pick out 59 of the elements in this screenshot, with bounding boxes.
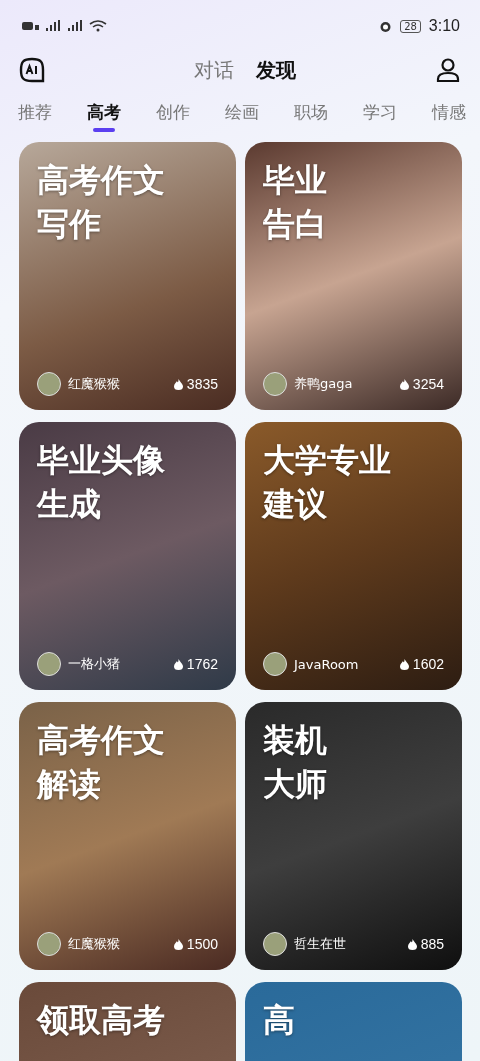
prompt-card[interactable]: 高 (245, 982, 462, 1061)
avatar-circle (263, 932, 287, 956)
card-title: 高考作文 (37, 720, 165, 761)
use-count: 1500 (186, 936, 218, 952)
prompt-card[interactable]: 高考作文 写作 红魔猴猴 3835 (19, 142, 236, 410)
category-tab[interactable]: 高考 (83, 97, 125, 134)
author-name: 红魔猴猴 (68, 935, 121, 953)
author-name: 红魔猴猴 (68, 375, 121, 393)
flame-icon (399, 658, 409, 670)
header-tab[interactable]: 对话 (190, 54, 238, 86)
category-tab[interactable]: 创作 (152, 97, 194, 134)
card-title: 告白 (263, 204, 327, 245)
category-tab[interactable]: 情感 (428, 97, 470, 134)
prompt-card[interactable]: 大学专业 建议 JavaRoom 1602 (245, 422, 462, 690)
author-name: 哲生在世 (294, 935, 347, 953)
card-title: 装机 (263, 720, 327, 761)
card-title: 高考作文 (37, 160, 165, 201)
use-count: 3254 (412, 376, 444, 392)
flame-icon (173, 938, 183, 950)
card-title: 大学专业 (263, 440, 391, 481)
card-title: 写作 (37, 204, 101, 245)
avatar-circle (37, 372, 61, 396)
card-title: 大师 (263, 764, 327, 805)
category-tab[interactable]: 推荐 (14, 97, 56, 134)
category-tab[interactable]: 职场 (290, 97, 332, 134)
author-name: JavaRoom (294, 656, 360, 672)
card-title: 毕业 (263, 160, 327, 201)
avatar-circle (263, 372, 287, 396)
use-count: 3835 (186, 376, 218, 392)
prompt-card[interactable]: 领取高考 (19, 982, 236, 1061)
avatar-circle (263, 652, 287, 676)
prompt-card[interactable]: 装机 大师 哲生在世 885 (245, 702, 462, 970)
author-name: 一格小猪 (68, 655, 121, 673)
battery-level: 28 (400, 19, 421, 33)
card-title: 毕业头像 (37, 440, 165, 481)
card-title: 建议 (263, 484, 327, 525)
card-title: 高 (263, 1000, 295, 1041)
flame-icon (173, 658, 183, 670)
ai-logo-icon[interactable] (19, 57, 45, 83)
author-name: 养鸭gaga (294, 375, 354, 393)
flame-icon (399, 378, 409, 390)
category-tab[interactable]: 学习 (359, 97, 401, 134)
header-tab[interactable]: 发现 (252, 54, 300, 86)
avatar-circle (37, 932, 61, 956)
prompt-card[interactable]: 毕业头像 生成 一格小猪 1762 (19, 422, 236, 690)
use-count: 1602 (412, 656, 444, 672)
prompt-card[interactable]: 毕业 告白 养鸭gaga 3254 (245, 142, 462, 410)
use-count: 885 (420, 936, 444, 952)
flame-icon (173, 378, 183, 390)
profile-icon[interactable] (435, 57, 461, 83)
category-tab[interactable]: 绘画 (221, 97, 263, 134)
use-count: 1762 (186, 656, 218, 672)
card-title: 领取高考 (37, 1000, 165, 1041)
clock-time: 3:10 (428, 17, 460, 35)
prompt-card[interactable]: 高考作文 解读 红魔猴猴 1500 (19, 702, 236, 970)
card-title: 生成 (37, 484, 101, 525)
flame-icon (407, 938, 417, 950)
card-title: 解读 (37, 764, 101, 805)
avatar-circle (37, 652, 61, 676)
